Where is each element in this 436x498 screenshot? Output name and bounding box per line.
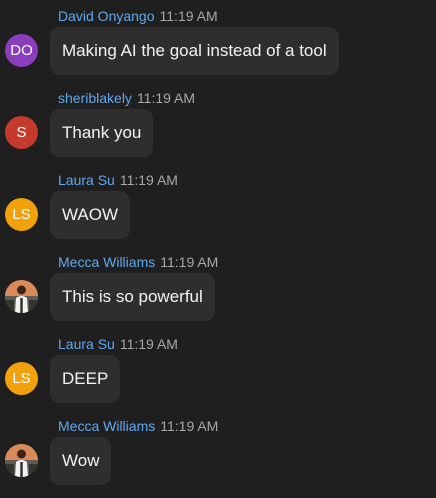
chat-message: LS Laura Su 11:19 AM WAOW <box>0 170 436 252</box>
sender-name[interactable]: Mecca Williams <box>58 254 155 270</box>
chat-message: LS Laura Su 11:19 AM DEEP <box>0 334 436 416</box>
message-bubble[interactable]: Thank you <box>50 109 154 157</box>
message-header: Laura Su 11:19 AM <box>58 334 178 354</box>
message-header: Mecca Williams 11:19 AM <box>58 252 218 272</box>
sender-name[interactable]: Laura Su <box>58 336 115 352</box>
person-photo-icon-graphic <box>5 444 38 477</box>
person-photo-icon[interactable] <box>5 444 38 477</box>
person-photo-icon[interactable] <box>5 280 38 313</box>
message-header: Mecca Williams 11:19 AM <box>58 416 218 436</box>
sender-name[interactable]: Mecca Williams <box>58 418 155 434</box>
avatar[interactable]: LS <box>5 198 38 231</box>
person-photo-icon-graphic <box>5 280 38 313</box>
chat-message: DO David Onyango 11:19 AM Making AI the g… <box>0 6 436 88</box>
chat-message: S sheriblakely 11:19 AM Thank you <box>0 88 436 170</box>
message-header: David Onyango 11:19 AM <box>58 6 218 26</box>
avatar[interactable]: DO <box>5 34 38 67</box>
message-bubble[interactable]: Wow <box>50 437 112 485</box>
message-bubble[interactable]: This is so powerful <box>50 273 215 321</box>
timestamp: 11:19 AM <box>160 418 219 434</box>
message-bubble[interactable]: DEEP <box>50 355 121 403</box>
chat-message: Mecca Williams 11:19 AM This is so powerf… <box>0 252 436 334</box>
timestamp: 11:19 AM <box>119 336 178 352</box>
timestamp: 11:19 AM <box>119 172 178 188</box>
avatar[interactable]: LS <box>5 362 38 395</box>
sender-name[interactable]: David Onyango <box>58 8 155 24</box>
message-header: Laura Su 11:19 AM <box>58 170 178 190</box>
timestamp: 11:19 AM <box>136 90 196 106</box>
sender-name[interactable]: Laura Su <box>58 172 115 188</box>
message-bubble[interactable]: WAOW <box>50 191 131 239</box>
sender-name[interactable]: sheriblakely <box>58 90 132 106</box>
timestamp: 11:19 AM <box>160 254 219 270</box>
timestamp: 11:19 AM <box>159 8 218 24</box>
avatar[interactable]: S <box>5 116 38 149</box>
message-header: sheriblakely 11:19 AM <box>58 88 195 108</box>
message-bubble[interactable]: Making AI the goal instead of a tool <box>50 27 339 75</box>
chat-message: Mecca Williams 11:19 AM Wow <box>0 416 436 498</box>
